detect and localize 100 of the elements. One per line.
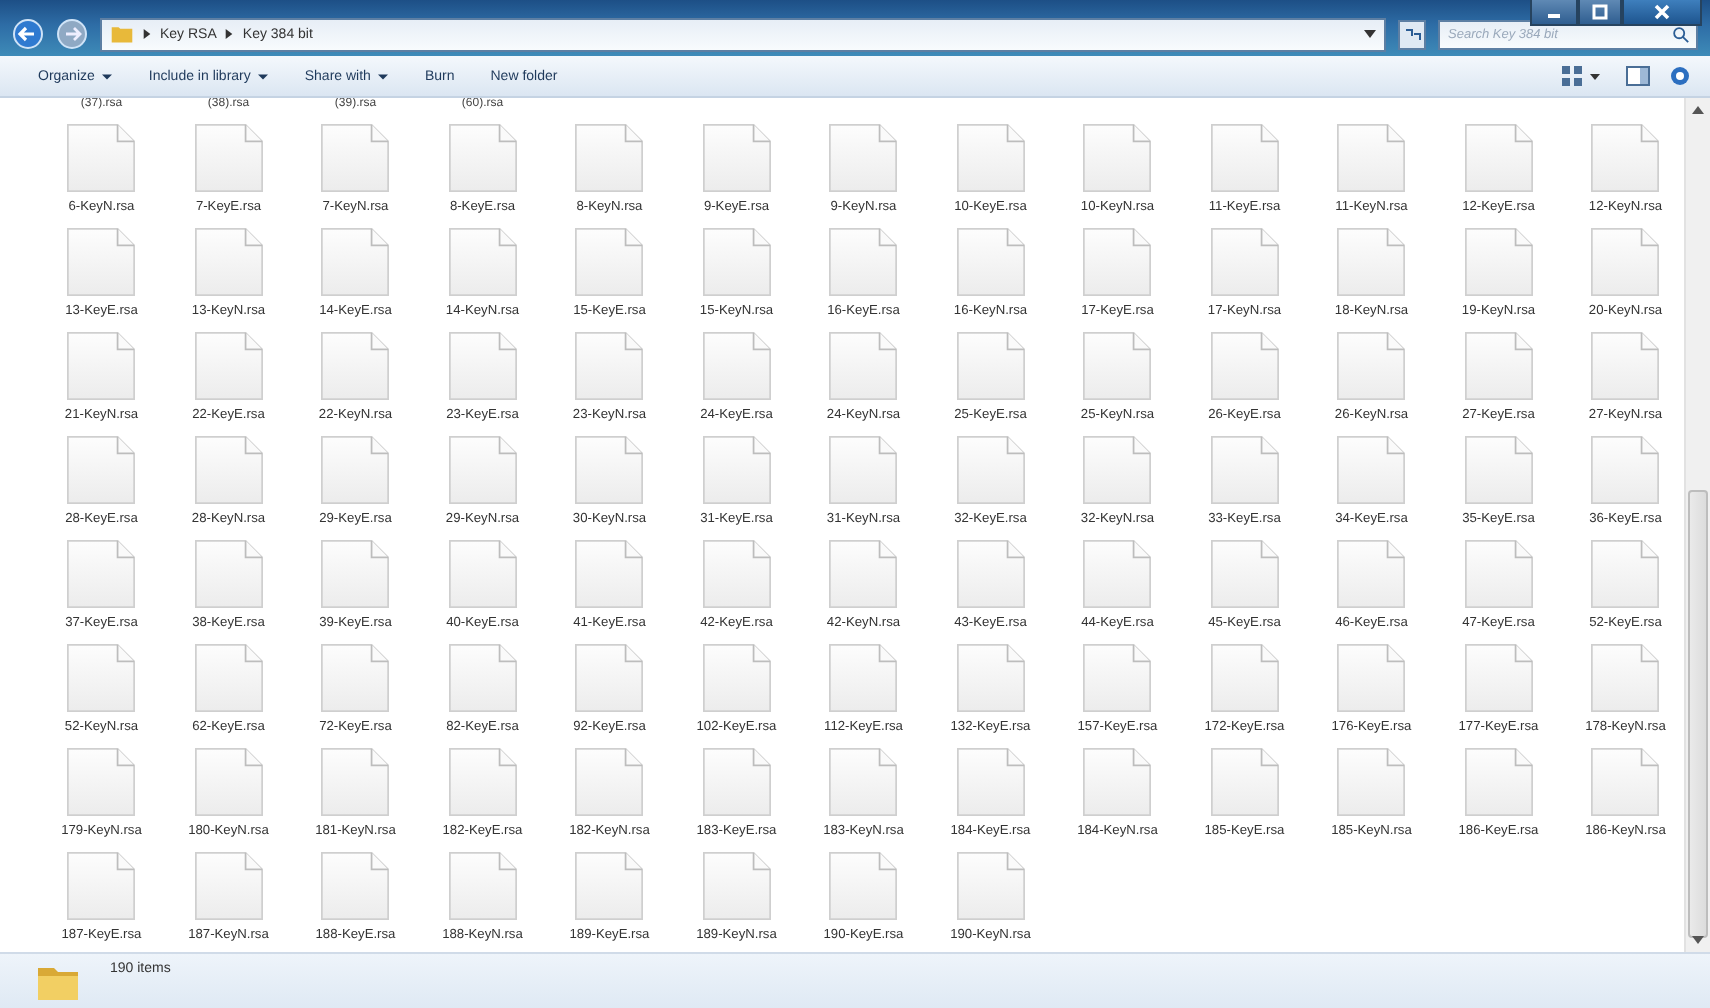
file-icon[interactable] — [443, 228, 522, 296]
file-icon[interactable] — [443, 852, 522, 920]
file-icon[interactable] — [1332, 124, 1411, 192]
file-icon[interactable] — [570, 228, 649, 296]
file-icon[interactable] — [824, 332, 903, 400]
file-icon[interactable] — [62, 332, 141, 400]
file-icon[interactable] — [62, 124, 141, 192]
file-icon[interactable] — [1459, 540, 1538, 608]
file-icon[interactable] — [189, 852, 268, 920]
file-icon[interactable] — [1332, 644, 1411, 712]
file-icon[interactable] — [1205, 436, 1284, 504]
file-icon[interactable] — [951, 124, 1030, 192]
file-icon[interactable] — [1332, 540, 1411, 608]
file-icon[interactable] — [951, 436, 1030, 504]
file-icon[interactable] — [443, 540, 522, 608]
file-icon[interactable] — [316, 124, 395, 192]
file-icon[interactable] — [1205, 644, 1284, 712]
file-icon[interactable] — [1459, 644, 1538, 712]
minimize-button[interactable] — [1530, 0, 1578, 26]
file-icon[interactable] — [697, 332, 776, 400]
file-icon[interactable] — [1078, 332, 1157, 400]
file-icon[interactable] — [189, 644, 268, 712]
file-icon[interactable] — [824, 644, 903, 712]
file-icon[interactable] — [1459, 436, 1538, 504]
back-button[interactable] — [12, 18, 44, 50]
file-icon[interactable] — [570, 124, 649, 192]
file-icon[interactable] — [1459, 124, 1538, 192]
file-icon[interactable] — [1459, 228, 1538, 296]
file-icon[interactable] — [1586, 644, 1665, 712]
file-icon[interactable] — [1586, 124, 1665, 192]
file-icon[interactable] — [443, 332, 522, 400]
file-icon[interactable] — [1205, 124, 1284, 192]
file-icon[interactable] — [443, 436, 522, 504]
file-icon[interactable] — [951, 852, 1030, 920]
file-icon[interactable] — [1078, 436, 1157, 504]
file-icon[interactable] — [189, 748, 268, 816]
file-icon[interactable] — [316, 436, 395, 504]
file-icon[interactable] — [189, 228, 268, 296]
file-icon[interactable] — [189, 124, 268, 192]
file-icon[interactable] — [697, 228, 776, 296]
file-icon[interactable] — [824, 228, 903, 296]
scrollbar-thumb[interactable] — [1688, 490, 1708, 938]
file-icon[interactable] — [1078, 748, 1157, 816]
file-icon[interactable] — [824, 540, 903, 608]
file-icon[interactable] — [1205, 228, 1284, 296]
file-icon[interactable] — [1078, 124, 1157, 192]
file-icon[interactable] — [189, 332, 268, 400]
file-icon[interactable] — [443, 124, 522, 192]
dropdown-icon[interactable] — [1364, 30, 1376, 38]
file-icon[interactable] — [1078, 228, 1157, 296]
file-icon[interactable] — [697, 540, 776, 608]
file-icon[interactable] — [62, 644, 141, 712]
file-icon[interactable] — [1586, 748, 1665, 816]
file-icon[interactable] — [570, 852, 649, 920]
file-icon[interactable] — [316, 852, 395, 920]
file-icon[interactable] — [1332, 332, 1411, 400]
file-icon[interactable] — [697, 124, 776, 192]
file-icon[interactable] — [570, 748, 649, 816]
file-icon[interactable] — [1205, 540, 1284, 608]
file-icon[interactable] — [697, 748, 776, 816]
file-icon[interactable] — [824, 852, 903, 920]
file-icon[interactable] — [316, 332, 395, 400]
file-icon[interactable] — [62, 852, 141, 920]
file-icon[interactable] — [951, 228, 1030, 296]
file-icon[interactable] — [316, 540, 395, 608]
refresh-button[interactable] — [1398, 19, 1426, 49]
file-icon[interactable] — [1332, 228, 1411, 296]
file-icon[interactable] — [1586, 228, 1665, 296]
file-icon[interactable] — [570, 644, 649, 712]
search-icon[interactable] — [1672, 25, 1690, 43]
file-icon[interactable] — [697, 852, 776, 920]
file-icon[interactable] — [1205, 748, 1284, 816]
preview-pane-icon[interactable] — [1626, 66, 1650, 86]
file-icon[interactable] — [570, 540, 649, 608]
file-icon[interactable] — [951, 748, 1030, 816]
file-icon[interactable] — [570, 332, 649, 400]
file-icon[interactable] — [316, 644, 395, 712]
file-icon[interactable] — [951, 644, 1030, 712]
file-icon[interactable] — [62, 228, 141, 296]
file-icon[interactable] — [189, 540, 268, 608]
help-icon[interactable] — [1670, 66, 1690, 86]
file-icon[interactable] — [62, 436, 141, 504]
file-icon[interactable] — [62, 748, 141, 816]
maximize-button[interactable] — [1578, 0, 1622, 26]
file-icon[interactable] — [62, 540, 141, 608]
file-icon[interactable] — [1586, 540, 1665, 608]
file-icon[interactable] — [824, 436, 903, 504]
file-icon[interactable] — [1459, 332, 1538, 400]
scroll-up-icon[interactable] — [1692, 106, 1704, 114]
file-icon[interactable] — [1078, 644, 1157, 712]
file-icon[interactable] — [951, 332, 1030, 400]
forward-button[interactable] — [56, 18, 88, 50]
file-icon[interactable] — [316, 748, 395, 816]
file-icon[interactable] — [570, 436, 649, 504]
file-icon[interactable] — [189, 436, 268, 504]
file-icon[interactable] — [1078, 540, 1157, 608]
file-icon[interactable] — [1205, 332, 1284, 400]
file-icon[interactable] — [1332, 436, 1411, 504]
file-icon[interactable] — [443, 644, 522, 712]
view-options-icon[interactable] — [1560, 64, 1602, 88]
